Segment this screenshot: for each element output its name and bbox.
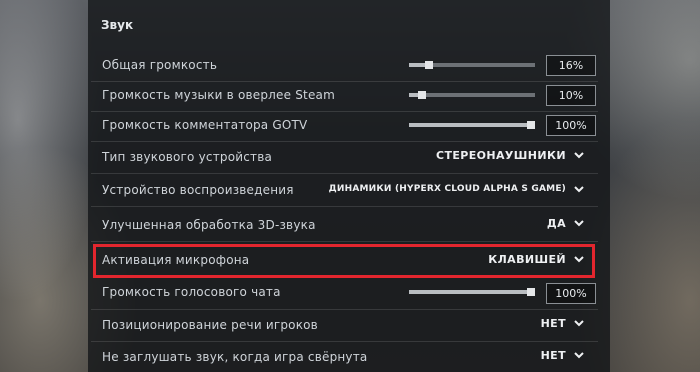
chevron-down-icon	[574, 352, 584, 359]
enhanced-3d-dropdown[interactable]: ДА	[547, 217, 584, 230]
master-volume-slider[interactable]	[409, 61, 535, 69]
chevron-down-icon	[574, 152, 584, 159]
enhanced-3d-value: ДА	[546, 217, 566, 230]
red-highlight-frame	[93, 244, 595, 278]
device-type-row: Тип звукового устройства СТЕРЕОНАУШНИКИ	[91, 142, 598, 174]
slider-thumb[interactable]	[527, 288, 535, 296]
voice-volume-row: Громкость голосового чата 100%	[91, 278, 598, 310]
voice-positioning-dropdown[interactable]: НЕТ	[541, 317, 584, 330]
device-type-dropdown[interactable]: СТЕРЕОНАУШНИКИ	[436, 149, 584, 162]
device-type-label: Тип звукового устройства	[102, 150, 273, 164]
voice-positioning-value: НЕТ	[540, 317, 566, 330]
enhanced-3d-row: Улучшенная обработка 3D-звука ДА	[91, 210, 598, 242]
gotv-volume-label: Громкость комментатора GOTV	[102, 118, 308, 132]
gotv-volume-value[interactable]: 100%	[546, 115, 596, 136]
music-volume-row: Громкость музыки в оверлее Steam 10%	[91, 80, 598, 112]
enhanced-3d-label: Улучшенная обработка 3D-звука	[102, 218, 316, 232]
mute-unfocused-row: Не заглушать звук, когда игра свёрнута Н…	[91, 342, 598, 372]
device-type-value: СТЕРЕОНАУШНИКИ	[435, 149, 566, 162]
playback-device-value: ДИНАМИКИ (HYPERX CLOUD ALPHA S GAME)	[328, 184, 566, 194]
section-title: Звук	[101, 18, 134, 32]
slider-fill	[409, 123, 535, 127]
mute-unfocused-dropdown[interactable]: НЕТ	[541, 349, 584, 362]
voice-volume-slider[interactable]	[409, 288, 535, 296]
playback-device-label: Устройство воспроизведения	[102, 183, 294, 197]
master-volume-row: Общая громкость 16%	[91, 50, 598, 82]
master-volume-label: Общая громкость	[102, 58, 218, 72]
playback-device-row: Устройство воспроизведения ДИНАМИКИ (HYP…	[91, 175, 598, 207]
gotv-volume-slider[interactable]	[409, 121, 535, 129]
gotv-volume-row: Громкость комментатора GOTV 100%	[91, 110, 598, 142]
mute-unfocused-value: НЕТ	[540, 349, 566, 362]
music-volume-label: Громкость музыки в оверлее Steam	[102, 88, 335, 102]
slider-fill	[409, 290, 535, 294]
voice-positioning-row: Позиционирование речи игроков НЕТ	[91, 310, 598, 342]
master-volume-value[interactable]: 16%	[546, 55, 596, 76]
chevron-down-icon	[574, 320, 584, 327]
playback-device-dropdown[interactable]: ДИНАМИКИ (HYPERX CLOUD ALPHA S GAME)	[329, 184, 584, 194]
music-volume-value[interactable]: 10%	[546, 85, 596, 106]
voice-volume-value[interactable]: 100%	[546, 283, 596, 304]
voice-volume-label: Громкость голосового чата	[102, 285, 281, 299]
chevron-down-icon	[574, 220, 584, 227]
mute-unfocused-label: Не заглушать звук, когда игра свёрнута	[102, 350, 368, 364]
chevron-down-icon	[574, 185, 584, 192]
slider-thumb[interactable]	[425, 61, 433, 69]
slider-thumb[interactable]	[527, 121, 535, 129]
voice-positioning-label: Позиционирование речи игроков	[102, 318, 318, 332]
music-volume-slider[interactable]	[409, 91, 535, 99]
slider-thumb[interactable]	[418, 91, 426, 99]
